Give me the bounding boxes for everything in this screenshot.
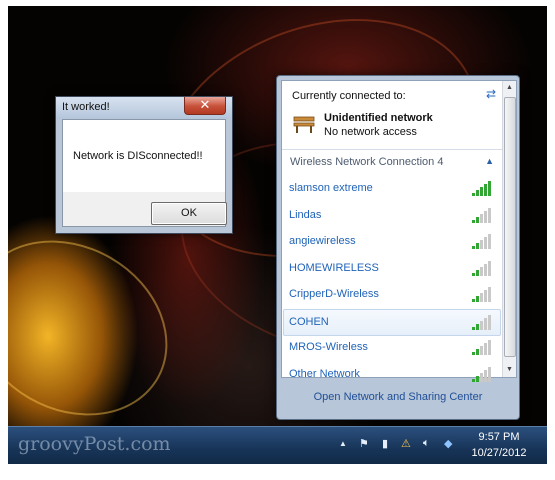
divider	[282, 149, 502, 150]
scrollbar-thumb[interactable]	[504, 97, 516, 357]
dialog-title: It worked!	[62, 101, 110, 113]
taskbar: groovyPost.com ▲ ⚑ ▮ ⚠ 🔈︎ ◆ 9:57 PM 10/2…	[8, 426, 547, 464]
wallpaper-swirl	[8, 205, 200, 451]
network-item[interactable]: angiewireless	[284, 229, 500, 254]
network-item[interactable]: Lindas	[284, 203, 500, 228]
network-name: MROS-Wireless	[289, 341, 368, 353]
network-bench-icon	[293, 116, 315, 133]
network-item[interactable]: MROS-Wireless	[284, 335, 500, 360]
open-network-sharing-link[interactable]: Open Network and Sharing Center	[281, 391, 515, 403]
signal-strength-icon	[472, 314, 494, 330]
dialog-titlebar[interactable]: It worked! ✕	[56, 97, 232, 119]
scroll-down-icon[interactable]: ▼	[503, 363, 516, 377]
show-hidden-icons-icon[interactable]: ▲	[339, 439, 347, 448]
ok-button[interactable]: OK	[151, 202, 227, 225]
clock-time[interactable]: 9:57 PM	[469, 431, 529, 443]
dialog-body: Network is DISconnected!!	[62, 119, 226, 193]
signal-strength-icon	[472, 234, 494, 249]
network-name: CripperD-Wireless	[289, 288, 379, 300]
volume-icon[interactable]: 🔈︎	[423, 437, 430, 450]
network-name: slamson extreme	[289, 182, 373, 194]
screenshot-frame: It worked! ✕ Network is DISconnected!! O…	[8, 6, 547, 464]
network-item[interactable]: HOMEWIRELESS	[284, 256, 500, 281]
network-name: angiewireless	[289, 235, 356, 247]
signal-strength-icon	[472, 181, 494, 196]
clock-date[interactable]: 10/27/2012	[469, 447, 529, 459]
refresh-icon[interactable]: ⇄	[486, 87, 496, 101]
action-center-flag-icon[interactable]: ⚑	[359, 437, 369, 450]
network-item[interactable]: COHEN	[283, 308, 501, 336]
close-icon: ✕	[199, 97, 211, 112]
current-network-status: No network access	[324, 126, 417, 138]
signal-strength-icon	[472, 260, 494, 276]
scroll-up-icon[interactable]: ▲	[503, 81, 516, 95]
network-name: Lindas	[289, 208, 322, 221]
network-warning-icon[interactable]: ⚠	[401, 437, 411, 450]
network-item[interactable]: CripperD-Wireless	[284, 282, 500, 307]
watermark: groovyPost.com	[18, 433, 171, 455]
signal-strength-icon	[472, 287, 494, 302]
dialog-footer: OK	[62, 192, 227, 227]
dialog-message: Network is DISconnected!!	[73, 150, 203, 162]
scrollbar[interactable]: ▲ ▼	[502, 81, 516, 377]
network-name: HOMEWIRELESS	[289, 261, 379, 274]
current-network-name: Unidentified network	[324, 112, 433, 124]
collapse-icon[interactable]: ▲	[485, 156, 494, 166]
close-button[interactable]: ✕	[184, 97, 226, 115]
network-panel: Currently connected to: ⇄ Unidentified n…	[281, 80, 517, 382]
battery-icon[interactable]: ▮	[382, 437, 388, 450]
network-flyout: Currently connected to: ⇄ Unidentified n…	[276, 75, 520, 420]
network-item[interactable]: slamson extreme	[284, 176, 500, 201]
wireless-section-title: Wireless Network Connection 4	[290, 156, 444, 168]
dropbox-icon[interactable]: ◆	[444, 437, 452, 450]
flyout-footer: Open Network and Sharing Center	[281, 379, 515, 415]
signal-strength-icon	[472, 340, 494, 355]
signal-strength-icon	[472, 207, 494, 223]
network-name: Other Network	[289, 367, 360, 380]
network-name: COHEN	[289, 315, 329, 328]
connected-header: Currently connected to:	[292, 90, 406, 102]
message-dialog: It worked! ✕ Network is DISconnected!! O…	[55, 96, 233, 234]
